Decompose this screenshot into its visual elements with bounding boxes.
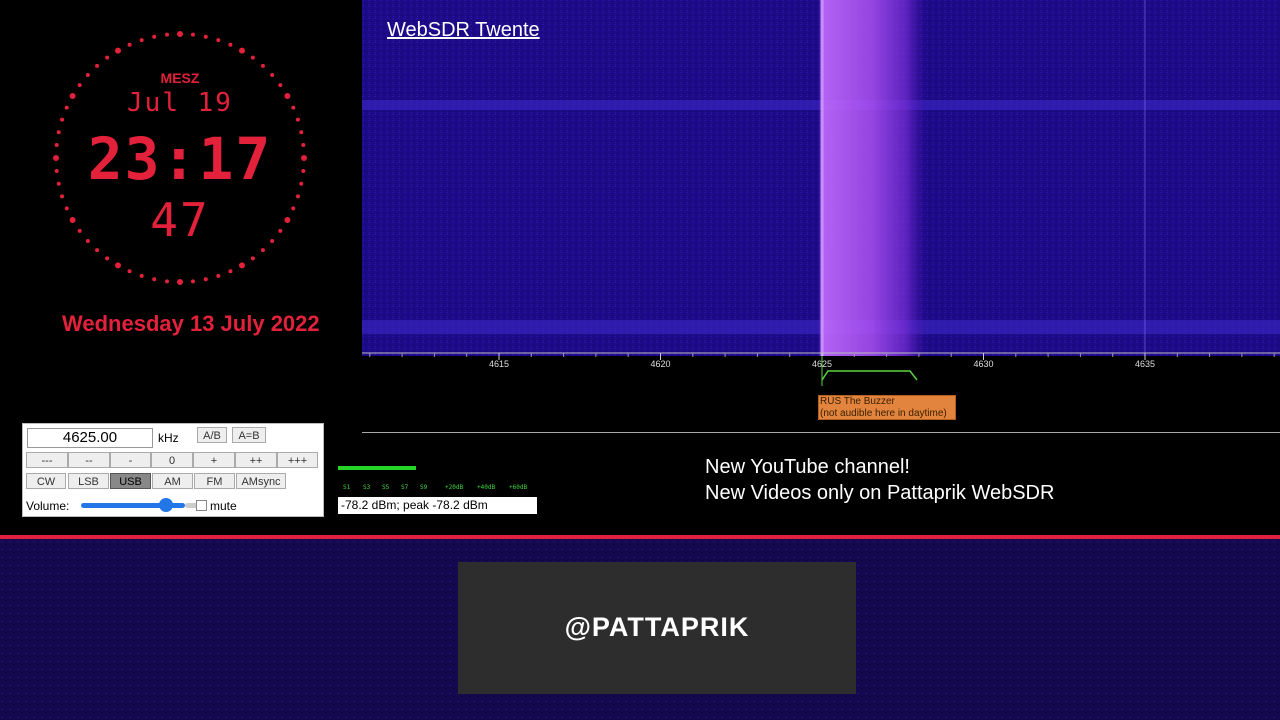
clock-dial-dot	[250, 55, 255, 60]
smeter-tick-label: +20dB	[445, 484, 464, 491]
clock-timezone: MESZ	[160, 70, 200, 86]
mute-checkbox[interactable]	[196, 500, 207, 511]
clock-date: Jul 19	[127, 88, 233, 118]
a-equals-b-button[interactable]: A=B	[232, 427, 266, 443]
ab-swap-button[interactable]: A/B	[197, 427, 227, 443]
mode-amsync-button[interactable]: AMsync	[236, 473, 286, 489]
mode-cw-button[interactable]: CW	[26, 473, 66, 489]
scale-tick-label: 4615	[489, 359, 509, 369]
clock-dial-dot	[105, 256, 110, 261]
clock-dial-dot	[228, 42, 233, 47]
smeter-scale: S1 S3 S5 S7 S9 +20dB +40dB +60dB	[338, 484, 538, 496]
frequency-unit: kHz	[158, 431, 179, 445]
station-note: (not audible here in daytime)	[820, 408, 947, 419]
smeter-tick-label: S3	[363, 484, 371, 491]
announcement-line-2: New Videos only on Pattaprik WebSDR	[705, 482, 1055, 504]
clock-dial-dot	[216, 273, 221, 278]
waterfall-display[interactable]	[362, 0, 1280, 356]
step-down-2-button[interactable]: --	[68, 452, 110, 468]
full-date: Wednesday 13 July 2022	[62, 311, 320, 336]
smeter-tick-label: +60dB	[509, 484, 528, 491]
signal-reading: -78.2 dBm; peak -78.2 dBm	[338, 497, 537, 514]
clock-dial-dot	[60, 117, 65, 122]
clock-time: 23:17	[87, 125, 273, 193]
mute-label[interactable]: mute	[210, 499, 237, 513]
step-up-1-button[interactable]: +	[193, 452, 235, 468]
clock-seconds: 47	[150, 193, 210, 247]
step-up-3-button[interactable]: +++	[277, 452, 318, 468]
smeter-tick-label: S5	[382, 484, 390, 491]
scale-tick-label: 4635	[1135, 359, 1155, 369]
clock-dial-dot	[152, 34, 157, 39]
clock-dial-dot	[190, 32, 195, 37]
clock-dial-dot	[105, 55, 110, 60]
smeter-tick-label: S9	[420, 484, 428, 491]
step-down-3-button[interactable]: ---	[26, 452, 68, 468]
smeter-tick-label: +40dB	[477, 484, 496, 491]
buzzer-signal-trace	[818, 0, 928, 356]
clock-dial-dot	[127, 42, 132, 47]
clock-dial-dot	[177, 31, 183, 37]
clock-dial-dot	[295, 117, 300, 122]
channel-banner: @PATTAPRIK	[458, 562, 856, 694]
scale-tick-label: 4620	[650, 359, 670, 369]
frequency-input[interactable]: 4625.00	[27, 428, 153, 448]
passband-indicator[interactable]	[821, 370, 918, 381]
clock-dial-dot	[250, 256, 255, 261]
scale-tick-label: 4630	[973, 359, 993, 369]
clock-dial-dot	[203, 277, 208, 282]
site-title-link[interactable]: WebSDR Twente	[387, 19, 540, 42]
clock-dial-dot	[95, 63, 100, 68]
station-label[interactable]: RUS The Buzzer (not audible here in dayt…	[818, 395, 956, 420]
volume-slider-handle[interactable]	[159, 498, 173, 512]
clock-dial-dot	[115, 262, 121, 269]
frequency-scale[interactable]: 4615 4620 4625 4630 4635	[362, 350, 1280, 386]
mode-usb-button[interactable]: USB	[110, 473, 151, 489]
led-clock: MESZ Jul 19 23:17 47	[40, 20, 320, 300]
step-down-1-button[interactable]: -	[110, 452, 151, 468]
volume-label: Volume:	[26, 499, 70, 513]
clock-dial-dot	[190, 279, 195, 284]
clock-dial-dot	[165, 32, 170, 37]
channel-handle: @PATTAPRIK	[564, 612, 750, 642]
clock-dial-dot	[260, 248, 265, 253]
clock-dial-dot	[216, 38, 221, 43]
receiver-control-panel: 4625.00 kHz A/B A=B --- -- - 0 + ++ +++ …	[22, 423, 324, 517]
clock-dial-dot	[203, 34, 208, 39]
clock-dial-dot	[177, 279, 183, 285]
clock-dial-dot	[152, 277, 157, 282]
clock-dial-dot	[115, 47, 121, 54]
clock-dial-dot	[127, 269, 132, 274]
clock-dial-dot	[260, 63, 265, 68]
mode-lsb-button[interactable]: LSB	[68, 473, 109, 489]
clock-dial-dot	[165, 279, 170, 284]
clock-dial-dot	[239, 47, 245, 54]
step-zero-button[interactable]: 0	[151, 452, 193, 468]
clock-dial-dot	[139, 38, 144, 43]
clock-dial-dot	[95, 248, 100, 253]
divider	[362, 432, 1280, 433]
signal-level-bar	[338, 466, 416, 470]
clock-dial-dot	[139, 273, 144, 278]
mode-am-button[interactable]: AM	[152, 473, 193, 489]
mode-fm-button[interactable]: FM	[194, 473, 235, 489]
station-name: RUS The Buzzer	[820, 396, 895, 407]
smeter-tick-label: S7	[401, 484, 409, 491]
step-up-2-button[interactable]: ++	[235, 452, 277, 468]
announcement-line-1: New YouTube channel!	[705, 456, 910, 478]
clock-dial-dot	[228, 269, 233, 274]
smeter-tick-label: S1	[343, 484, 351, 491]
clock-dial-dot	[239, 262, 245, 269]
